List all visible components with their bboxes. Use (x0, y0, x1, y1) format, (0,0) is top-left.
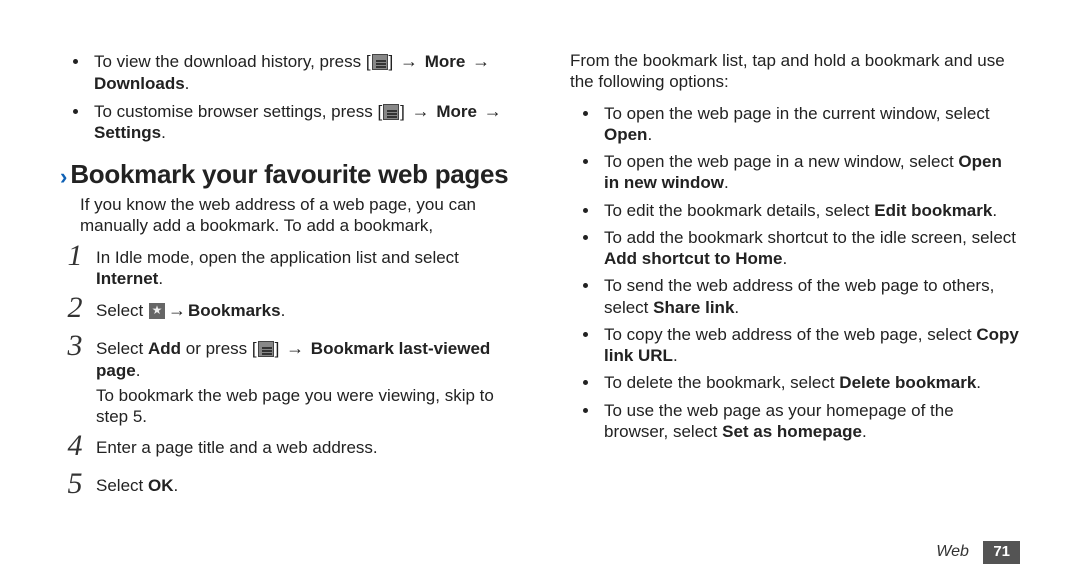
arrow-icon: → (168, 299, 186, 322)
bold-internet: Internet (96, 269, 158, 288)
step-text: Select (96, 339, 148, 358)
step-number: 2 (60, 293, 90, 323)
text: . (992, 201, 997, 220)
step-number: 4 (60, 431, 90, 461)
bullet-homepage: To use the web page as your homepage of … (600, 400, 1020, 443)
bullet-share: To send the web address of the web page … (600, 275, 1020, 318)
bullet-downloads: To view the download history, press [] →… (90, 50, 510, 94)
arrow-icon: → (412, 100, 430, 123)
bullet-open-new: To open the web page in a new window, se… (600, 151, 1020, 194)
bold-open: Open (604, 125, 647, 144)
bold-downloads: Downloads (94, 74, 185, 93)
text: To view the download history, press [ (94, 52, 371, 71)
text: To open the web page in the current wind… (604, 104, 990, 123)
bold-more: More (432, 102, 482, 121)
bold-ok: OK (148, 476, 174, 495)
page: To view the download history, press [] →… (0, 0, 1080, 586)
chevron-icon: › (60, 163, 66, 191)
bullet-copy: To copy the web address of the web page,… (600, 324, 1020, 367)
step-number: 1 (60, 241, 90, 271)
bold-more: More (420, 52, 470, 71)
text: To delete the bookmark, select (604, 373, 839, 392)
text: . (136, 361, 141, 380)
bold-delete: Delete bookmark (839, 373, 976, 392)
bullet-edit: To edit the bookmark details, select Edi… (600, 200, 1020, 221)
bookmarks-icon (149, 303, 165, 319)
text: To add the bookmark shortcut to the idle… (604, 228, 1016, 247)
arrow-icon: → (484, 100, 502, 123)
step-number: 5 (60, 469, 90, 499)
bullet-settings: To customise browser settings, press [] … (90, 100, 510, 144)
arrow-icon: → (400, 50, 418, 73)
menu-icon (372, 54, 388, 70)
heading-text: Bookmark your favourite web pages (70, 159, 508, 189)
page-number: 71 (983, 541, 1020, 564)
step-4: 4 Enter a page title and a web address. (60, 437, 510, 465)
text: or press [ (181, 339, 257, 358)
bold-bookmarks: Bookmarks (188, 301, 281, 320)
menu-icon (383, 104, 399, 120)
text: . (185, 74, 190, 93)
text: . (673, 346, 678, 365)
step-text: In Idle mode, open the application list … (96, 248, 459, 267)
step-1: 1 In Idle mode, open the application lis… (60, 247, 510, 290)
text: . (724, 173, 729, 192)
bold-share: Share link (653, 298, 734, 317)
bullet-delete: To delete the bookmark, select Delete bo… (600, 372, 1020, 393)
steps-list: 1 In Idle mode, open the application lis… (60, 247, 510, 504)
page-footer: Web 71 (936, 541, 1020, 564)
step-number: 3 (60, 331, 90, 361)
step-text: Select (96, 301, 148, 320)
step-extra: To bookmark the web page you were viewin… (96, 385, 510, 428)
text: . (173, 476, 178, 495)
text: To copy the web address of the web page,… (604, 325, 976, 344)
bold-homepage: Set as homepage (722, 422, 862, 441)
step-text: Enter a page title and a web address. (96, 438, 378, 457)
step-text: Select (96, 476, 148, 495)
step-3: 3 Select Add or press [] → Bookmark last… (60, 337, 510, 427)
text: To customise browser settings, press [ (94, 102, 382, 121)
menu-icon (258, 341, 274, 357)
step-5: 5 Select OK. (60, 475, 510, 503)
right-intro: From the bookmark list, tap and hold a b… (570, 50, 1020, 93)
text: ] (275, 339, 284, 358)
text: . (976, 373, 981, 392)
bold-settings: Settings (94, 123, 161, 142)
arrow-icon: → (286, 337, 304, 360)
text: . (647, 125, 652, 144)
bold-add: Add (148, 339, 181, 358)
text: . (783, 249, 788, 268)
text: . (281, 301, 286, 320)
text: To edit the bookmark details, select (604, 201, 874, 220)
bullet-open: To open the web page in the current wind… (600, 103, 1020, 146)
text: ] (389, 52, 398, 71)
arrow-icon: → (472, 50, 490, 73)
right-bullets: To open the web page in the current wind… (570, 103, 1020, 443)
text: . (734, 298, 739, 317)
intro-paragraph: If you know the web address of a web pag… (80, 194, 510, 237)
bold-edit: Edit bookmark (874, 201, 992, 220)
text: To open the web page in a new window, se… (604, 152, 958, 171)
bullet-shortcut: To add the bookmark shortcut to the idle… (600, 227, 1020, 270)
text: . (161, 123, 166, 142)
top-bullets: To view the download history, press [] →… (60, 50, 510, 144)
text: . (862, 422, 867, 441)
text: ] (400, 102, 409, 121)
section-heading: ›Bookmark your favourite web pages (60, 158, 510, 191)
text: . (158, 269, 163, 288)
step-2: 2 Select → Bookmarks. (60, 299, 510, 327)
bold-shortcut: Add shortcut to Home (604, 249, 783, 268)
footer-section: Web (936, 543, 969, 560)
